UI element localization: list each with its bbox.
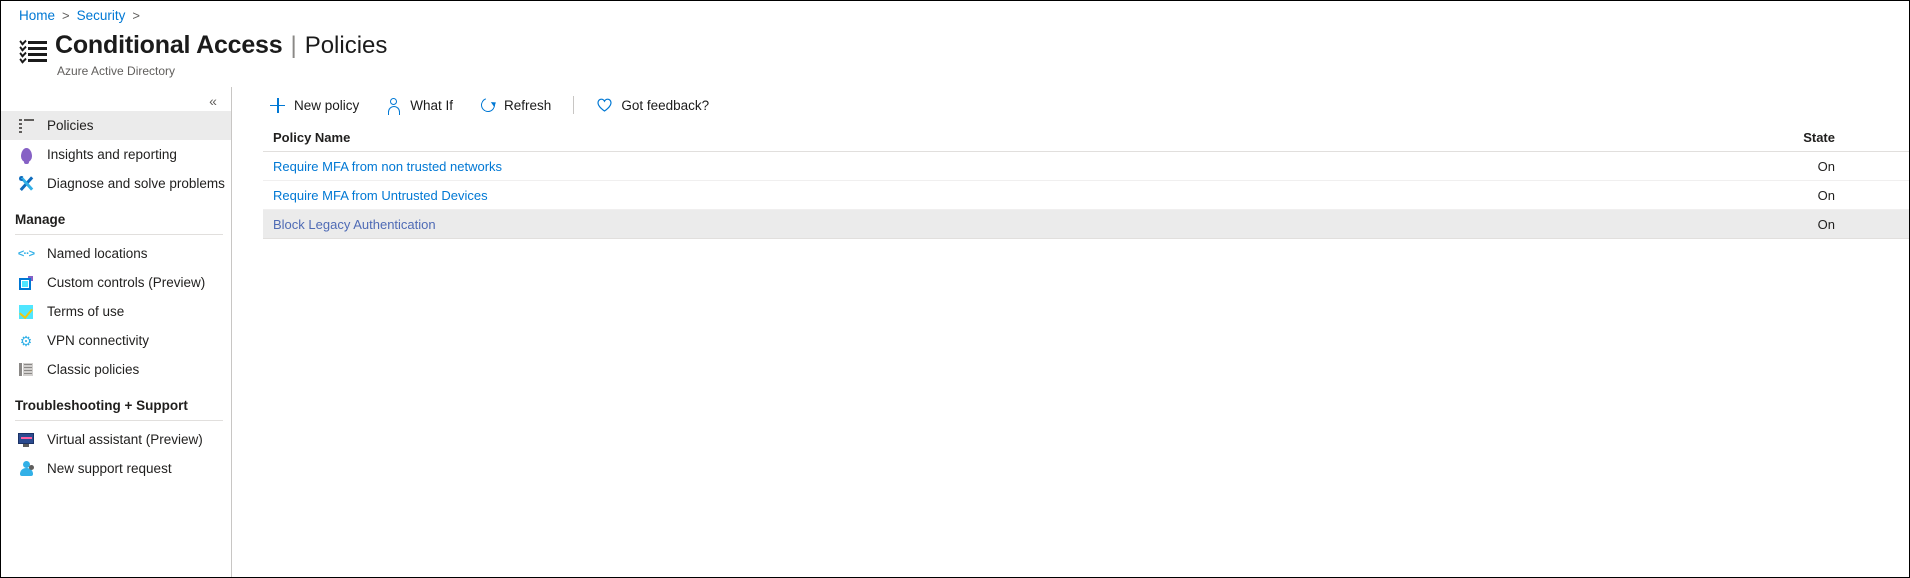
policies-table: Policy Name State Require MFA from non t… xyxy=(263,123,1909,239)
gear-icon: ⚙ xyxy=(19,332,33,349)
support-person-icon xyxy=(17,460,35,478)
list-icon xyxy=(17,117,35,135)
sidebar-collapse-icon[interactable]: « xyxy=(203,91,223,111)
got-feedback-button[interactable]: Got feedback? xyxy=(590,90,715,120)
refresh-button[interactable]: Refresh xyxy=(473,90,557,120)
policy-link[interactable]: Require MFA from Untrusted Devices xyxy=(273,188,488,203)
refresh-icon xyxy=(478,95,497,115)
sidebar-item-label: Insights and reporting xyxy=(47,146,177,162)
main-content: New policy What If Refresh Got feedback?… xyxy=(233,87,1909,577)
breadcrumb-separator-icon-2: > xyxy=(132,8,140,23)
person-icon xyxy=(385,97,402,115)
sidebar-item-virtual-assistant[interactable]: Virtual assistant (Preview) xyxy=(1,425,231,454)
monitor-icon xyxy=(17,431,35,449)
sidebar-item-label: Terms of use xyxy=(47,303,125,319)
wrench-icon xyxy=(17,175,35,193)
checkbox-icon xyxy=(17,303,35,321)
new-policy-button[interactable]: New policy xyxy=(263,90,365,120)
sidebar-item-named-locations[interactable]: <··> Named locations xyxy=(1,239,231,268)
angle-brackets-icon: <··> xyxy=(17,247,35,260)
sidebar-item-label: Diagnose and solve problems xyxy=(47,175,225,191)
sidebar-item-label: Named locations xyxy=(47,245,148,261)
sidebar-item-label: Custom controls (Preview) xyxy=(47,274,206,290)
breadcrumb-item-security[interactable]: Security xyxy=(77,8,126,23)
command-toolbar: New policy What If Refresh Got feedback? xyxy=(233,87,1909,123)
classic-list-icon xyxy=(17,361,35,379)
sidebar-item-vpn-connectivity[interactable]: ⚙ VPN connectivity xyxy=(1,326,231,355)
what-if-button[interactable]: What If xyxy=(379,90,459,120)
sidebar-item-new-support-request[interactable]: New support request xyxy=(1,454,231,483)
sidebar-item-insights-and-reporting[interactable]: Insights and reporting xyxy=(1,140,231,169)
page-title: Conditional Access xyxy=(55,31,283,59)
sidebar-item-label: VPN connectivity xyxy=(47,332,150,348)
toolbar-separator xyxy=(573,96,575,114)
page-subtitle: Policies xyxy=(304,32,388,59)
breadcrumb: Home > Security > xyxy=(19,8,147,23)
got-feedback-label: Got feedback? xyxy=(621,97,710,113)
title-divider: | xyxy=(290,32,297,59)
column-header-state[interactable]: State xyxy=(1789,130,1909,145)
column-header-policy-name[interactable]: Policy Name xyxy=(263,130,1789,145)
table-header-row: Policy Name State xyxy=(263,123,1909,152)
sidebar-item-label: Policies xyxy=(47,117,94,133)
table-row[interactable]: Require MFA from non trusted networks On xyxy=(263,152,1909,181)
policy-name-cell: Require MFA from Untrusted Devices xyxy=(263,188,1789,203)
sidebar-item-diagnose-and-solve-problems[interactable]: Diagnose and solve problems xyxy=(1,169,231,198)
table-row[interactable]: Block Legacy Authentication On xyxy=(263,210,1909,239)
sidebar-item-label: Classic policies xyxy=(47,361,140,377)
sidebar-nav-list: Policies Insights and reporting Diagnose… xyxy=(1,111,231,483)
what-if-label: What If xyxy=(410,97,454,113)
conditional-access-policies-page: Home > Security > Conditional Access | P… xyxy=(0,0,1910,578)
policy-link[interactable]: Block Legacy Authentication xyxy=(273,217,436,232)
policy-state-cell: On xyxy=(1817,187,1835,203)
policy-list-icon xyxy=(19,37,47,67)
table-row[interactable]: Require MFA from Untrusted Devices On xyxy=(263,181,1909,210)
policy-name-cell: Block Legacy Authentication xyxy=(263,217,1789,232)
heart-icon xyxy=(596,97,613,114)
lightbulb-icon xyxy=(17,146,35,164)
page-title-block: Conditional Access | Policies Azure Acti… xyxy=(19,31,387,78)
sidebar-group-manage: Manage xyxy=(15,211,66,227)
sidebar: « Policies Insights and reporting Diagno… xyxy=(1,87,232,577)
sidebar-divider xyxy=(15,234,223,235)
policy-name-cell: Require MFA from non trusted networks xyxy=(263,159,1789,174)
custom-control-icon xyxy=(17,274,35,292)
sidebar-item-policies[interactable]: Policies xyxy=(1,111,231,140)
refresh-label: Refresh xyxy=(504,97,552,113)
sidebar-item-label: New support request xyxy=(47,460,172,476)
page-caption: Azure Active Directory xyxy=(57,64,176,78)
sidebar-group-troubleshooting: Troubleshooting + Support xyxy=(15,397,188,413)
new-policy-label: New policy xyxy=(294,97,360,113)
breadcrumb-separator-icon: > xyxy=(62,8,70,23)
policy-state-cell: On xyxy=(1817,158,1835,174)
sidebar-item-custom-controls[interactable]: Custom controls (Preview) xyxy=(1,268,231,297)
breadcrumb-item-home[interactable]: Home xyxy=(19,8,55,23)
sidebar-divider-2 xyxy=(15,420,223,421)
plus-icon xyxy=(269,97,286,114)
policy-state-cell: On xyxy=(1817,216,1835,232)
sidebar-item-terms-of-use[interactable]: Terms of use xyxy=(1,297,231,326)
sidebar-item-label: Virtual assistant (Preview) xyxy=(47,431,203,447)
policy-link[interactable]: Require MFA from non trusted networks xyxy=(273,159,502,174)
sidebar-item-classic-policies[interactable]: Classic policies xyxy=(1,355,231,384)
